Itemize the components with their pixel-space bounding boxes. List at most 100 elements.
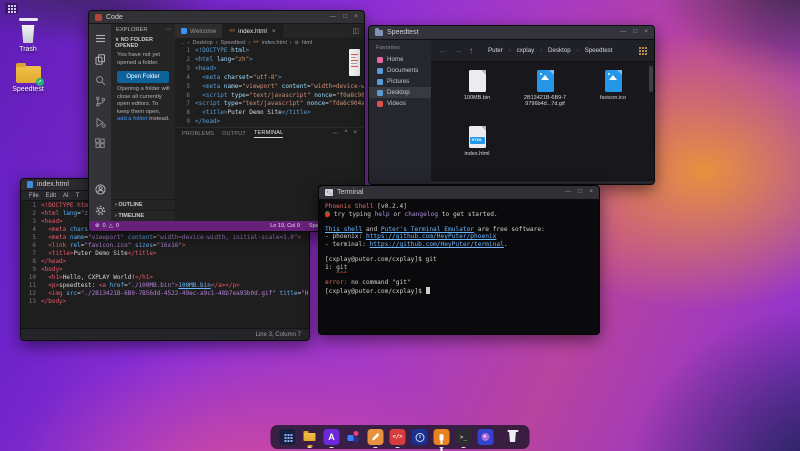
terminal-link[interactable]: This shell [325,226,362,233]
split-editor-icon[interactable]: ◫ [352,24,364,38]
paint-app-icon[interactable] [478,429,494,445]
panel-tab-terminal[interactable]: TERMINAL [254,129,283,138]
terminal-link[interactable]: https://github.com/HeyPuter/terminal [370,241,504,248]
code-token: <meta [195,83,224,90]
code-text: <script type="text/javascript" nonce="fd… [195,100,365,109]
close-icon[interactable]: × [589,189,593,196]
vscode-code-area[interactable]: 1<!DOCTYPE html>2<html lang="zh">3<head>… [175,47,364,127]
timeline-section[interactable]: › TIMELINE [111,210,175,221]
add-folder-link[interactable]: add a folder [117,116,148,122]
files-app-icon[interactable] [302,429,318,445]
view-grid-icon[interactable] [638,47,646,55]
terminal-link[interactable]: Puter's Terminal Emulator [381,226,474,233]
terminal-line: try typing help or changelog to get star… [325,211,593,219]
scrollbar-thumb[interactable] [649,66,653,92]
extensions-icon[interactable] [89,133,111,154]
nav-back-icon[interactable]: ← [439,47,447,55]
breadcrumb-separator: › [216,40,218,46]
menu-icon[interactable] [89,28,111,49]
close-icon[interactable]: × [644,29,648,36]
vscode-titlebar[interactable]: Code — □ × [89,11,364,24]
breadcrumb-item[interactable]: Speedtest [585,47,613,54]
scrollbar[interactable] [649,62,653,180]
menu-item-file[interactable]: File [29,193,39,199]
panel-close-icon[interactable]: × [353,130,357,137]
panel-tab-output[interactable]: OUTPUT [222,130,246,138]
search-icon[interactable] [89,70,111,91]
breadcrumb-separator: › [509,48,511,54]
minimize-icon[interactable]: — [620,29,627,36]
panel-collapse-icon[interactable]: ^ [345,130,348,137]
source-control-icon[interactable] [89,91,111,112]
outline-section[interactable]: › OUTLINE [111,199,175,210]
run-debug-icon[interactable] [89,112,111,133]
terminal-content[interactable]: Phoenix Shell [v0.2.4] try typing help o… [319,200,599,334]
breadcrumb-item[interactable]: html [302,40,312,46]
dev-center-icon[interactable] [346,429,362,445]
desktop-icon-trash[interactable]: Trash [0,18,56,53]
tab-index-html[interactable]: <>index.html× [223,24,282,38]
problems-status[interactable]: ⊗0 △0 [95,223,119,229]
editor-app-icon[interactable] [368,429,384,445]
vscode-breadcrumb[interactable]: ‥›Desktop›Speedtest›<>index.html›⊘html [175,38,364,47]
account-icon[interactable] [89,179,111,200]
minimize-icon[interactable]: — [330,14,337,21]
tab-close-icon[interactable]: × [272,28,276,35]
terminal-text: [cxplay@puter.com/cxplay]$ git [325,256,437,263]
code-app-icon[interactable]: </> [390,429,406,445]
panel-more-icon[interactable]: ⋯ [333,130,339,137]
menu-item-ai[interactable]: AI [63,193,69,199]
maximize-icon[interactable]: □ [633,29,637,36]
menu-item-t[interactable]: T [76,193,80,199]
files-breadcrumb[interactable]: Puter›cxplay›Desktop›Speedtest [488,47,612,54]
more-actions-icon[interactable]: ⋯ [165,27,171,33]
breadcrumb-item[interactable]: Desktop [193,40,213,46]
terminal-text: 1: git [325,264,347,271]
breadcrumb-item[interactable]: Puter [488,47,503,54]
sidebar-item-label: Pictures [387,78,409,85]
minimize-icon[interactable]: — [565,189,572,196]
desktop-icon-speedtest[interactable]: ↗ Speedtest [0,62,56,93]
file-item[interactable]: HTMLindex.html [447,126,507,180]
files-content[interactable]: 100MB.bin2B13421B-6B9-7 9796b4d...7d.gif… [431,62,654,180]
file-item[interactable]: 2B13421B-6B9-7 9796b4d...7d.gif [515,70,575,124]
panel-tab-problems[interactable]: PROBLEMS [182,130,214,138]
app-center-icon[interactable]: A [324,429,340,445]
app-launcher-icon[interactable] [280,429,296,445]
clock-app-icon[interactable] [412,429,428,445]
nav-forward-icon[interactable]: → [454,47,462,55]
explorer-section-header[interactable]: ∨ NO FOLDER OPENED [111,35,175,51]
maximize-icon[interactable]: □ [578,189,582,196]
terminal-app-icon[interactable]: >_ [456,429,472,445]
maximize-icon[interactable]: □ [343,14,347,21]
open-folder-button[interactable]: Open Folder [117,71,169,83]
recorder-app-icon[interactable] [434,429,450,445]
breadcrumb-item[interactable]: Speedtest [221,40,246,46]
nav-up-icon[interactable]: ↑ [469,47,473,55]
settings-gear-icon[interactable] [89,200,111,221]
desktop-menu-icon[interactable] [5,3,18,14]
code-text: <p>speedtest: <a href="./100MB.bin">100M… [41,282,240,290]
terminal-titlebar[interactable]: ›_ Terminal — □ × [319,186,599,200]
sidebar-item-desktop[interactable]: Desktop [369,87,431,98]
line-col-status[interactable]: Ln 19, Col 9 [270,223,300,229]
breadcrumb-item[interactable]: cxplay [517,47,535,54]
files-titlebar[interactable]: Speedtest — □ × [369,26,654,40]
menu-item-edit[interactable]: Edit [46,193,56,199]
sidebar-item-documents[interactable]: Documents [369,65,431,76]
file-item[interactable]: favicon.ico [583,70,643,124]
sidebar-item-home[interactable]: Home [369,54,431,65]
code-token: html [231,47,245,54]
tab-welcome[interactable]: Welcome [175,24,223,38]
close-icon[interactable]: × [354,14,358,21]
trash-icon[interactable] [505,429,521,445]
minimap[interactable] [349,49,362,121]
sidebar-item-pictures[interactable]: Pictures [369,76,431,87]
sidebar-item-videos[interactable]: Videos [369,98,431,109]
terminal-link[interactable]: https://github.com/HeyPuter/phoenix [366,233,496,240]
breadcrumb-item[interactable]: index.html [262,40,287,46]
code-line: 11 <p>speedtest: <a href="./100MB.bin">1… [21,282,309,290]
file-item[interactable]: 100MB.bin [447,70,507,124]
explorer-icon[interactable] [89,49,111,70]
breadcrumb-item[interactable]: Desktop [548,47,571,54]
